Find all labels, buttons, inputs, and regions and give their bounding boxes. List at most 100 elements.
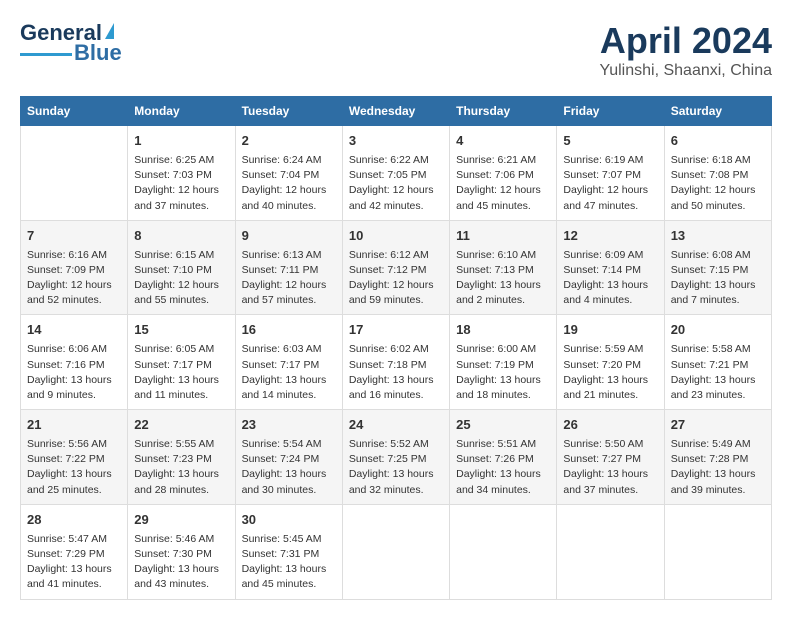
day-info: Sunrise: 5:47 AM Sunset: 7:29 PM Dayligh… [27, 532, 121, 593]
day-info: Sunrise: 6:03 AM Sunset: 7:17 PM Dayligh… [242, 342, 336, 403]
calendar-cell: 2Sunrise: 6:24 AM Sunset: 7:04 PM Daylig… [235, 126, 342, 221]
header-cell-saturday: Saturday [664, 97, 771, 126]
calendar-cell: 13Sunrise: 6:08 AM Sunset: 7:15 PM Dayli… [664, 220, 771, 315]
day-number: 22 [134, 416, 228, 435]
calendar-cell: 29 Sunrise: 5:46 AM Sunset: 7:30 PM Dayli… [128, 504, 235, 599]
day-number: 24 [349, 416, 443, 435]
header-cell-tuesday: Tuesday [235, 97, 342, 126]
day-number: 1 [134, 132, 228, 151]
day-info: Sunrise: 6:02 AM Sunset: 7:18 PM Dayligh… [349, 342, 443, 403]
day-number: 25 [456, 416, 550, 435]
page-header: General Blue April 2024 Yulinshi, Shaanx… [20, 20, 772, 80]
day-info: Sunrise: 6:00 AM Sunset: 7:19 PM Dayligh… [456, 342, 550, 403]
day-number: 29 [134, 511, 228, 530]
logo-blue-text: Blue [74, 40, 122, 66]
calendar-subtitle: Yulinshi, Shaanxi, China [599, 62, 772, 80]
header-cell-sunday: Sunday [21, 97, 128, 126]
day-info: Sunrise: 6:25 AM Sunset: 7:03 PM Dayligh… [134, 153, 228, 214]
logo-line-icon [20, 53, 72, 56]
day-number: 12 [563, 227, 657, 246]
day-number: 20 [671, 321, 765, 340]
day-number: 19 [563, 321, 657, 340]
day-info: Sunrise: 6:12 AM Sunset: 7:12 PM Dayligh… [349, 248, 443, 309]
calendar-week-3: 14Sunrise: 6:06 AM Sunset: 7:16 PM Dayli… [21, 315, 772, 410]
day-number: 7 [27, 227, 121, 246]
day-number: 6 [671, 132, 765, 151]
day-info: Sunrise: 5:50 AM Sunset: 7:27 PM Dayligh… [563, 437, 657, 498]
calendar-header: SundayMondayTuesdayWednesdayThursdayFrid… [21, 97, 772, 126]
day-number: 30 [242, 511, 336, 530]
day-number: 15 [134, 321, 228, 340]
day-info: Sunrise: 5:52 AM Sunset: 7:25 PM Dayligh… [349, 437, 443, 498]
day-number: 10 [349, 227, 443, 246]
day-number: 3 [349, 132, 443, 151]
title-block: April 2024 Yulinshi, Shaanxi, China [599, 20, 772, 80]
day-number: 17 [349, 321, 443, 340]
calendar-cell: 28Sunrise: 5:47 AM Sunset: 7:29 PM Dayli… [21, 504, 128, 599]
day-info: Sunrise: 6:15 AM Sunset: 7:10 PM Dayligh… [134, 248, 228, 309]
day-number: 14 [27, 321, 121, 340]
calendar-cell: 6 Sunrise: 6:18 AM Sunset: 7:08 PM Daylig… [664, 126, 771, 221]
calendar-body: 1 Sunrise: 6:25 AM Sunset: 7:03 PM Daylig… [21, 126, 772, 600]
calendar-cell: 4Sunrise: 6:21 AM Sunset: 7:06 PM Daylig… [450, 126, 557, 221]
calendar-table: SundayMondayTuesdayWednesdayThursdayFrid… [20, 96, 772, 600]
day-info: Sunrise: 5:46 AM Sunset: 7:30 PM Dayligh… [134, 532, 228, 593]
calendar-cell: 7 Sunrise: 6:16 AM Sunset: 7:09 PM Daylig… [21, 220, 128, 315]
calendar-cell: 20 Sunrise: 5:58 AM Sunset: 7:21 PM Dayli… [664, 315, 771, 410]
calendar-cell: 5Sunrise: 6:19 AM Sunset: 7:07 PM Daylig… [557, 126, 664, 221]
calendar-cell: 22 Sunrise: 5:55 AM Sunset: 7:23 PM Dayli… [128, 410, 235, 505]
day-info: Sunrise: 6:24 AM Sunset: 7:04 PM Dayligh… [242, 153, 336, 214]
day-number: 13 [671, 227, 765, 246]
header-cell-monday: Monday [128, 97, 235, 126]
day-number: 26 [563, 416, 657, 435]
day-number: 18 [456, 321, 550, 340]
day-info: Sunrise: 6:09 AM Sunset: 7:14 PM Dayligh… [563, 248, 657, 309]
calendar-week-1: 1 Sunrise: 6:25 AM Sunset: 7:03 PM Daylig… [21, 126, 772, 221]
calendar-cell: 23Sunrise: 5:54 AM Sunset: 7:24 PM Dayli… [235, 410, 342, 505]
calendar-cell [450, 504, 557, 599]
day-info: Sunrise: 6:22 AM Sunset: 7:05 PM Dayligh… [349, 153, 443, 214]
day-info: Sunrise: 5:56 AM Sunset: 7:22 PM Dayligh… [27, 437, 121, 498]
day-info: Sunrise: 5:49 AM Sunset: 7:28 PM Dayligh… [671, 437, 765, 498]
calendar-cell: 3 Sunrise: 6:22 AM Sunset: 7:05 PM Daylig… [342, 126, 449, 221]
day-number: 8 [134, 227, 228, 246]
day-number: 21 [27, 416, 121, 435]
calendar-week-5: 28Sunrise: 5:47 AM Sunset: 7:29 PM Dayli… [21, 504, 772, 599]
calendar-cell [21, 126, 128, 221]
day-info: Sunrise: 5:59 AM Sunset: 7:20 PM Dayligh… [563, 342, 657, 403]
calendar-title: April 2024 [599, 20, 772, 62]
calendar-cell: 14Sunrise: 6:06 AM Sunset: 7:16 PM Dayli… [21, 315, 128, 410]
calendar-cell: 11Sunrise: 6:10 AM Sunset: 7:13 PM Dayli… [450, 220, 557, 315]
calendar-cell: 27 Sunrise: 5:49 AM Sunset: 7:28 PM Dayli… [664, 410, 771, 505]
day-info: Sunrise: 5:55 AM Sunset: 7:23 PM Dayligh… [134, 437, 228, 498]
day-info: Sunrise: 6:16 AM Sunset: 7:09 PM Dayligh… [27, 248, 121, 309]
day-number: 27 [671, 416, 765, 435]
calendar-cell [664, 504, 771, 599]
calendar-cell: 26 Sunrise: 5:50 AM Sunset: 7:27 PM Dayli… [557, 410, 664, 505]
calendar-cell: 16Sunrise: 6:03 AM Sunset: 7:17 PM Dayli… [235, 315, 342, 410]
day-info: Sunrise: 6:05 AM Sunset: 7:17 PM Dayligh… [134, 342, 228, 403]
calendar-cell: 21 Sunrise: 5:56 AM Sunset: 7:22 PM Dayli… [21, 410, 128, 505]
day-info: Sunrise: 6:19 AM Sunset: 7:07 PM Dayligh… [563, 153, 657, 214]
calendar-week-4: 21 Sunrise: 5:56 AM Sunset: 7:22 PM Dayli… [21, 410, 772, 505]
calendar-cell: 9 Sunrise: 6:13 AM Sunset: 7:11 PM Daylig… [235, 220, 342, 315]
day-number: 9 [242, 227, 336, 246]
day-info: Sunrise: 6:13 AM Sunset: 7:11 PM Dayligh… [242, 248, 336, 309]
calendar-week-2: 7 Sunrise: 6:16 AM Sunset: 7:09 PM Daylig… [21, 220, 772, 315]
calendar-cell: 12 Sunrise: 6:09 AM Sunset: 7:14 PM Dayli… [557, 220, 664, 315]
calendar-cell: 8 Sunrise: 6:15 AM Sunset: 7:10 PM Daylig… [128, 220, 235, 315]
day-info: Sunrise: 5:45 AM Sunset: 7:31 PM Dayligh… [242, 532, 336, 593]
logo: General Blue [20, 20, 122, 66]
day-info: Sunrise: 5:58 AM Sunset: 7:21 PM Dayligh… [671, 342, 765, 403]
logo-triangle-icon [105, 23, 114, 39]
calendar-cell: 17 Sunrise: 6:02 AM Sunset: 7:18 PM Dayli… [342, 315, 449, 410]
calendar-cell: 19 Sunrise: 5:59 AM Sunset: 7:20 PM Dayli… [557, 315, 664, 410]
calendar-cell: 1 Sunrise: 6:25 AM Sunset: 7:03 PM Daylig… [128, 126, 235, 221]
calendar-cell: 15 Sunrise: 6:05 AM Sunset: 7:17 PM Dayli… [128, 315, 235, 410]
day-info: Sunrise: 6:18 AM Sunset: 7:08 PM Dayligh… [671, 153, 765, 214]
calendar-cell [557, 504, 664, 599]
day-number: 4 [456, 132, 550, 151]
header-cell-friday: Friday [557, 97, 664, 126]
day-number: 11 [456, 227, 550, 246]
day-info: Sunrise: 5:54 AM Sunset: 7:24 PM Dayligh… [242, 437, 336, 498]
